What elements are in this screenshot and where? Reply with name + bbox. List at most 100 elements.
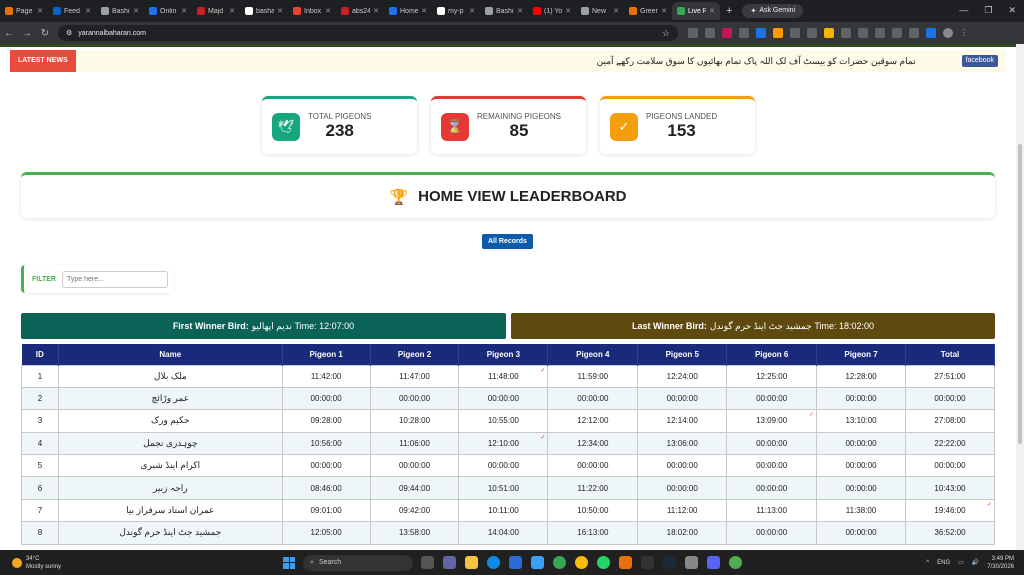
- extension-icon[interactable]: [875, 28, 885, 38]
- store-icon[interactable]: [509, 556, 523, 569]
- table-row[interactable]: 8 جمشید جٹ اینڈ حرم گوندل 12:05:00 13:58:00…: [21, 521, 995, 545]
- browser-tab[interactable]: New ✕: [576, 2, 624, 20]
- browser-tab[interactable]: Onlin ✕: [144, 2, 192, 20]
- taskbar-search[interactable]: ⌕ Search: [303, 554, 414, 571]
- table-row[interactable]: 7 عمران استاد سرفراز بیا 09:01:00 09:42:00 1…: [21, 498, 995, 523]
- facebook-like-button[interactable]: facebook: [961, 55, 998, 67]
- site-info-icon[interactable]: ⚙: [66, 29, 72, 37]
- minimize-icon[interactable]: —: [959, 5, 968, 16]
- chevron-up-icon[interactable]: ^: [926, 560, 929, 566]
- extension-icon[interactable]: [688, 28, 698, 38]
- table-row[interactable]: 3 حکیم ورک 09:28:00 10:28:00 10:55:00 12:12:0…: [21, 409, 995, 433]
- filter-input[interactable]: [61, 270, 168, 288]
- folder-icon[interactable]: [465, 556, 479, 569]
- extension-icon[interactable]: [722, 28, 732, 38]
- column-header[interactable]: Pigeon 4: [547, 344, 639, 365]
- table-row[interactable]: 1 ملک بلال 11:42:00 11:47:00 11:48:00 ✓ 11:59:…: [21, 364, 995, 388]
- extension-icon[interactable]: [824, 28, 834, 38]
- browser-tab[interactable]: Page ✕: [0, 2, 48, 20]
- extension-icon[interactable]: [773, 28, 783, 38]
- browser-tab[interactable]: Feed ✕: [48, 2, 96, 20]
- maximize-icon[interactable]: ❐: [984, 5, 992, 16]
- column-header[interactable]: Pigeon 1: [282, 344, 371, 365]
- app-icon[interactable]: [421, 556, 435, 569]
- new-tab-icon[interactable]: +: [726, 5, 732, 17]
- column-header[interactable]: Pigeon 6: [726, 344, 818, 365]
- chrome-icon[interactable]: [553, 556, 567, 569]
- ask-gemini-button[interactable]: ✦ Ask Gemini: [742, 4, 804, 18]
- close-tab-icon[interactable]: ✕: [325, 7, 331, 15]
- photos-icon[interactable]: [531, 556, 545, 569]
- extension-icon[interactable]: [892, 28, 902, 38]
- scrollbar-thumb[interactable]: [1018, 144, 1022, 444]
- app-icon[interactable]: [729, 556, 743, 569]
- close-window-icon[interactable]: ✕: [1008, 5, 1016, 16]
- close-tab-icon[interactable]: ✕: [229, 7, 235, 15]
- close-tab-icon[interactable]: ✕: [613, 7, 619, 15]
- browser-tab[interactable]: Inbox ✕: [288, 2, 336, 20]
- close-tab-icon[interactable]: ✕: [181, 7, 187, 15]
- close-tab-icon[interactable]: ✕: [421, 7, 427, 15]
- browser-tab[interactable]: Majd ✕: [192, 2, 240, 20]
- extension-icon[interactable]: [841, 28, 851, 38]
- profile-avatar[interactable]: [943, 28, 953, 38]
- extension-icon[interactable]: [807, 28, 817, 38]
- discord-icon[interactable]: [707, 556, 721, 569]
- browser-tab[interactable]: Bashi ✕: [480, 2, 528, 20]
- browser-tab[interactable]: Home ✕: [384, 2, 432, 20]
- more-menu-icon[interactable]: ⋮: [960, 28, 968, 38]
- start-icon[interactable]: [283, 556, 296, 569]
- browser-tab[interactable]: my-p ✕: [432, 2, 480, 20]
- extension-icon[interactable]: [739, 28, 749, 38]
- extension-icon[interactable]: [705, 28, 715, 38]
- back-icon[interactable]: ←: [0, 28, 18, 39]
- close-tab-icon[interactable]: ✕: [709, 7, 715, 15]
- column-header[interactable]: Pigeon 7: [816, 344, 906, 365]
- browser-tab[interactable]: basha ✕: [240, 2, 288, 20]
- column-header[interactable]: Total: [905, 344, 995, 365]
- column-header[interactable]: Name: [58, 344, 283, 365]
- extension-icon[interactable]: [909, 28, 919, 38]
- browser-tab[interactable]: Live R ✕: [672, 2, 720, 20]
- microphone-icon[interactable]: [619, 556, 633, 569]
- reload-icon[interactable]: ↻: [36, 28, 54, 39]
- extension-icon[interactable]: [926, 28, 936, 38]
- app-icon[interactable]: [685, 556, 699, 569]
- browser-tab[interactable]: Bashi ✕: [96, 2, 144, 20]
- terminal-icon[interactable]: [641, 556, 655, 569]
- column-header[interactable]: Pigeon 5: [637, 344, 728, 365]
- column-header[interactable]: Pigeon 2: [370, 344, 460, 365]
- extension-icon[interactable]: [858, 28, 868, 38]
- table-row[interactable]: 2 عمر وڑائچ 00:00:00 00:00:00 00:00:00 00:00:…: [21, 386, 995, 411]
- clock[interactable]: 3:49 PM 7/30/2026: [987, 555, 1014, 571]
- close-tab-icon[interactable]: ✕: [373, 7, 379, 15]
- close-tab-icon[interactable]: ✕: [469, 7, 475, 15]
- weather-widget[interactable]: 34°C Mostly sunny: [12, 555, 61, 571]
- close-tab-icon[interactable]: ✕: [277, 7, 283, 15]
- table-row[interactable]: 5 اکرام اینڈ شبری 00:00:00 00:00:00 00:00:00…: [21, 454, 995, 478]
- close-tab-icon[interactable]: ✕: [85, 7, 91, 15]
- bookmark-star-icon[interactable]: ☆: [662, 28, 670, 39]
- all-records-button[interactable]: All Records: [482, 234, 533, 249]
- table-row[interactable]: 4 چوہدری نجمل 10:56:00 11:06:00 12:10:00 ✓ 12:…: [21, 431, 995, 456]
- close-tab-icon[interactable]: ✕: [37, 7, 43, 15]
- app-icon[interactable]: [443, 556, 457, 569]
- chrome-icon[interactable]: [575, 556, 589, 569]
- close-tab-icon[interactable]: ✕: [565, 7, 571, 15]
- volume-icon[interactable]: 🔊: [972, 559, 979, 566]
- browser-tab[interactable]: abs24 ✕: [336, 2, 384, 20]
- whatsapp-icon[interactable]: [597, 556, 611, 569]
- column-header[interactable]: Pigeon 3: [458, 344, 549, 365]
- column-header[interactable]: ID: [21, 344, 59, 365]
- extension-icon[interactable]: [790, 28, 800, 38]
- browser-tab[interactable]: Greer ✕: [624, 2, 672, 20]
- extension-icon[interactable]: [756, 28, 766, 38]
- close-tab-icon[interactable]: ✕: [661, 7, 667, 15]
- browser-tab[interactable]: (1) Yo ✕: [528, 2, 576, 20]
- network-icon[interactable]: ▭: [958, 559, 964, 566]
- url-field[interactable]: ⚙ yarannalbaharan.com ☆: [58, 25, 678, 41]
- edge-icon[interactable]: [487, 556, 501, 569]
- language-indicator[interactable]: ENG: [937, 560, 950, 566]
- close-tab-icon[interactable]: ✕: [517, 7, 523, 15]
- steam-icon[interactable]: [663, 556, 677, 569]
